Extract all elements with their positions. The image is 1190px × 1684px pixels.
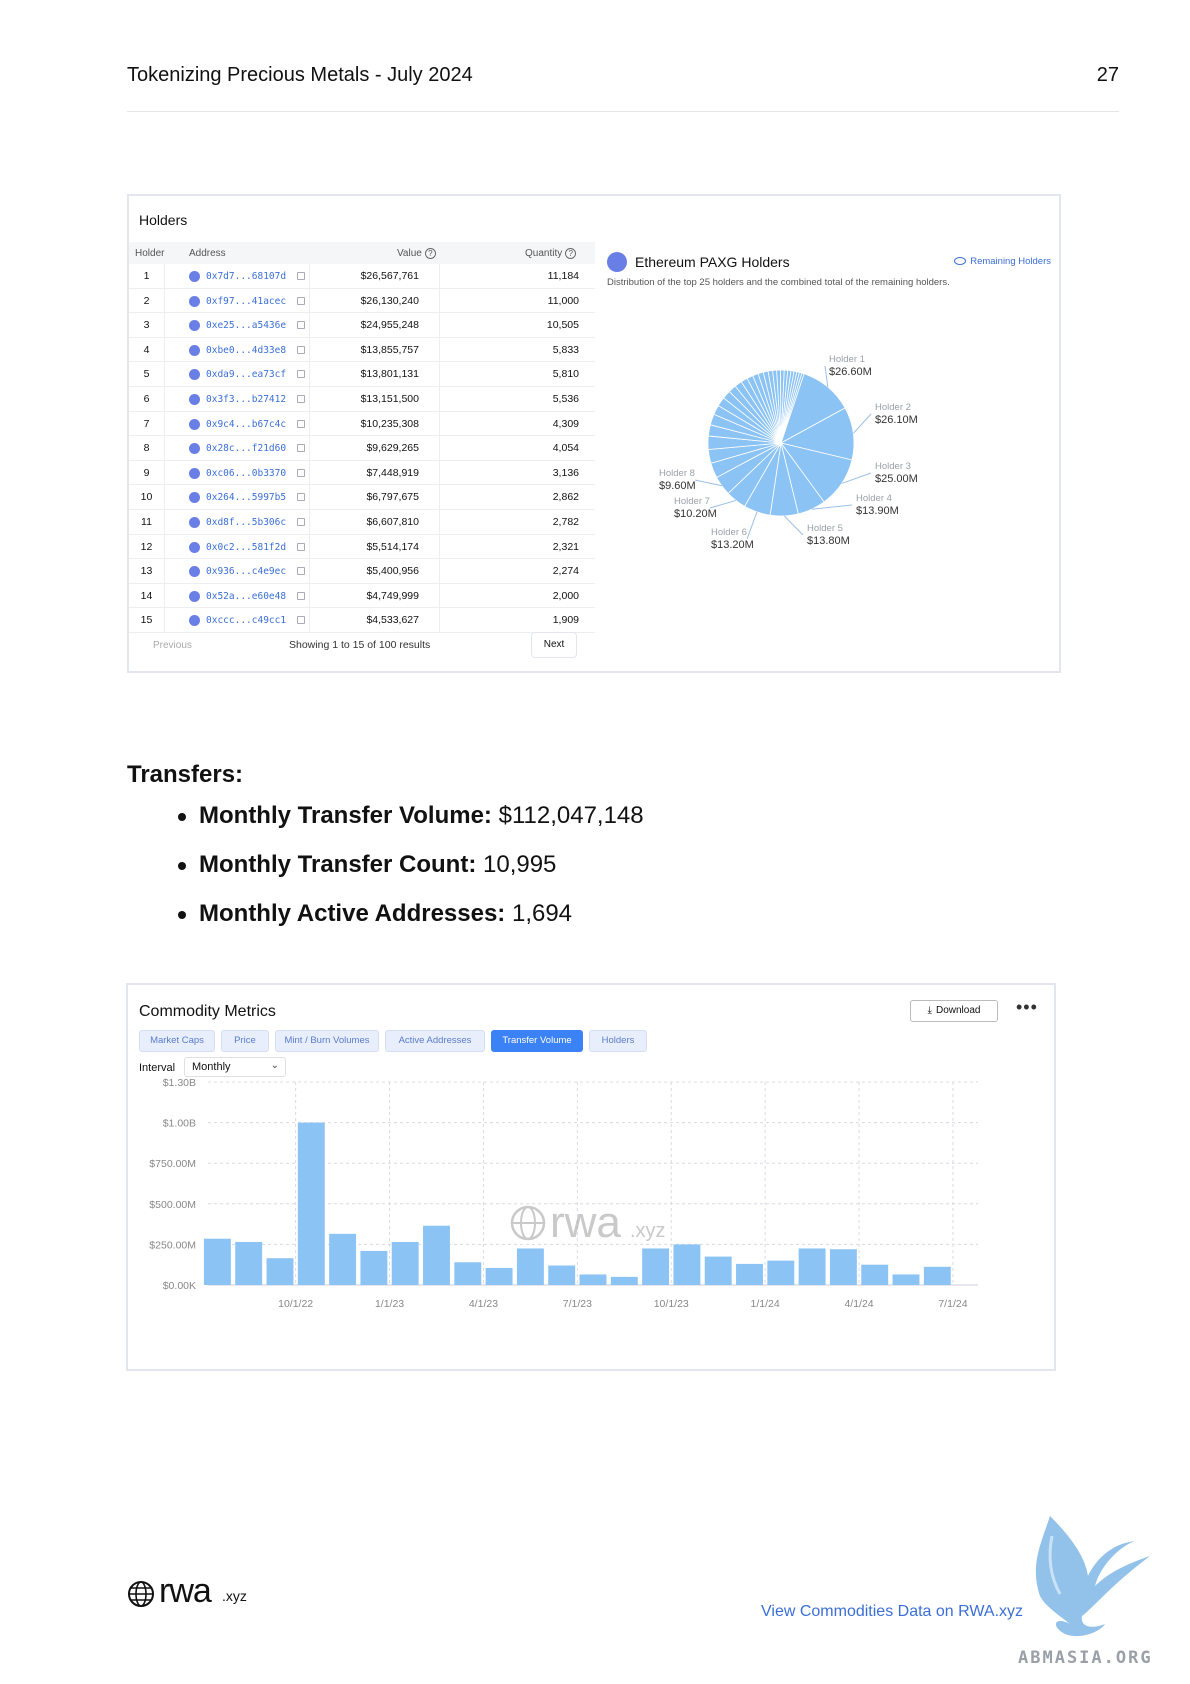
watermark-text: rwa — [550, 1198, 621, 1247]
metric-value: $112,047,148 — [491, 802, 644, 829]
volume-bar — [266, 1258, 294, 1285]
volume-bar — [923, 1266, 951, 1285]
volume-bar — [673, 1244, 701, 1285]
metric-value: 10,995 — [476, 851, 557, 878]
x-tick-label: 1/1/23 — [375, 1298, 404, 1310]
volume-bar — [642, 1248, 670, 1285]
y-tick-label: $500.00M — [149, 1199, 196, 1211]
volume-bar — [548, 1265, 576, 1285]
pie-slice-value: $26.10M — [875, 414, 918, 426]
chart-watermark: rwa .xyz — [510, 1198, 666, 1247]
metric-label: Monthly Active Addresses: — [199, 900, 506, 927]
y-tick-label: $750.00M — [149, 1158, 196, 1170]
y-tick-label: $1.00B — [163, 1118, 196, 1130]
commodities-data-link[interactable]: View Commodities Data on RWA.xyz — [761, 1603, 1023, 1621]
pie-leader-line — [746, 511, 758, 540]
volume-bar — [892, 1274, 920, 1285]
volume-bar — [297, 1122, 325, 1285]
pie-slice-value: $26.60M — [829, 366, 872, 378]
volume-bar — [360, 1250, 388, 1285]
list-item: Monthly Active Addresses: 1,694 — [175, 900, 644, 928]
pie-slice-label: Holder 3 — [875, 461, 911, 472]
pie-slice-label: Holder 4 — [856, 493, 892, 504]
transfer-volume-chart: $0.00K $250.00M $500.00M $750.00M $1.00B $1.3… — [149, 1077, 978, 1310]
metric-label: Monthly Transfer Count: — [199, 851, 477, 878]
commodity-metrics-panel: Commodity Metrics ⤓ Download ••• Market C… — [126, 983, 1056, 1371]
volume-bar — [829, 1249, 857, 1285]
pie-slice-value: $13.80M — [807, 535, 850, 547]
pie-leader-line — [852, 413, 872, 434]
globe-icon — [128, 1581, 154, 1607]
logo-text: rwa — [159, 1572, 212, 1610]
volume-bar — [704, 1256, 732, 1285]
holders-panel: Holders Holder Address Value? Quantity? … — [127, 194, 1061, 673]
x-tick-label: 7/1/23 — [563, 1298, 592, 1310]
volume-bar — [767, 1260, 795, 1285]
site-watermark: ABMASIA.ORG — [1018, 1648, 1153, 1668]
doc-title: Tokenizing Precious Metals - July 2024 — [127, 64, 473, 86]
logo-suffix: .xyz — [222, 1588, 247, 1604]
volume-bar — [861, 1264, 889, 1285]
list-item: Monthly Transfer Count: 10,995 — [175, 851, 644, 879]
pie-slice-label: Holder 5 — [807, 523, 843, 534]
pie-slice-value: $25.00M — [875, 473, 918, 485]
x-tick-label: 10/1/23 — [654, 1298, 689, 1310]
volume-bar — [235, 1241, 263, 1285]
holders-pie-chart: Holder 1$26.60M Holder 2$26.10M Holder 3$2… — [659, 354, 918, 551]
volume-bar — [798, 1248, 826, 1285]
x-tick-label: 4/1/24 — [844, 1298, 873, 1310]
volume-bar — [610, 1276, 638, 1285]
x-tick-label: 4/1/23 — [469, 1298, 498, 1310]
volume-bar — [391, 1241, 419, 1285]
volume-bar — [736, 1263, 763, 1285]
pie-slice-value: $13.20M — [711, 539, 754, 551]
pie-slice-label: Holder 6 — [711, 527, 747, 538]
volume-bar — [485, 1267, 513, 1285]
volume-bar — [516, 1248, 544, 1285]
pie-slice-value: $13.90M — [856, 505, 899, 517]
x-tick-label: 1/1/24 — [751, 1298, 780, 1310]
x-tick-label: 10/1/22 — [278, 1298, 313, 1310]
list-item: Monthly Transfer Volume: $112,047,148 — [175, 802, 644, 830]
page-header: Tokenizing Precious Metals - July 2024 2… — [127, 64, 1119, 112]
watermark-suffix: .xyz — [630, 1220, 666, 1242]
y-tick-label: $250.00M — [149, 1239, 196, 1251]
y-tick-label: $1.30B — [163, 1077, 196, 1089]
transfers-heading: Transfers: — [127, 761, 244, 788]
pie-leader-line — [694, 479, 722, 487]
pie-leader-line — [783, 515, 804, 536]
metric-label: Monthly Transfer Volume: — [199, 802, 492, 829]
pie-leader-line — [709, 499, 737, 509]
metric-value: 1,694 — [505, 900, 573, 927]
volume-bar — [203, 1238, 231, 1285]
pie-slice-label: Holder 2 — [875, 402, 911, 413]
volume-bar — [423, 1225, 450, 1285]
volume-bar — [329, 1233, 357, 1285]
pie-slice-label: Holder 7 — [674, 496, 710, 507]
pie-slice-value: $9.60M — [659, 480, 696, 492]
y-tick-label: $0.00K — [163, 1280, 196, 1292]
bird-watermark-icon — [1035, 1516, 1150, 1637]
pie-slice-label: Holder 8 — [659, 468, 695, 479]
pie-leader-line — [824, 365, 829, 388]
pie-slice-value: $10.20M — [674, 508, 717, 520]
pie-slice-label: Holder 1 — [829, 354, 865, 365]
volume-bar — [454, 1262, 482, 1285]
transfers-list: Monthly Transfer Volume: $112,047,148 Mo… — [175, 802, 644, 949]
x-tick-label: 7/1/24 — [938, 1298, 967, 1310]
page-number: 27 — [1096, 64, 1119, 86]
volume-bar — [579, 1274, 607, 1285]
